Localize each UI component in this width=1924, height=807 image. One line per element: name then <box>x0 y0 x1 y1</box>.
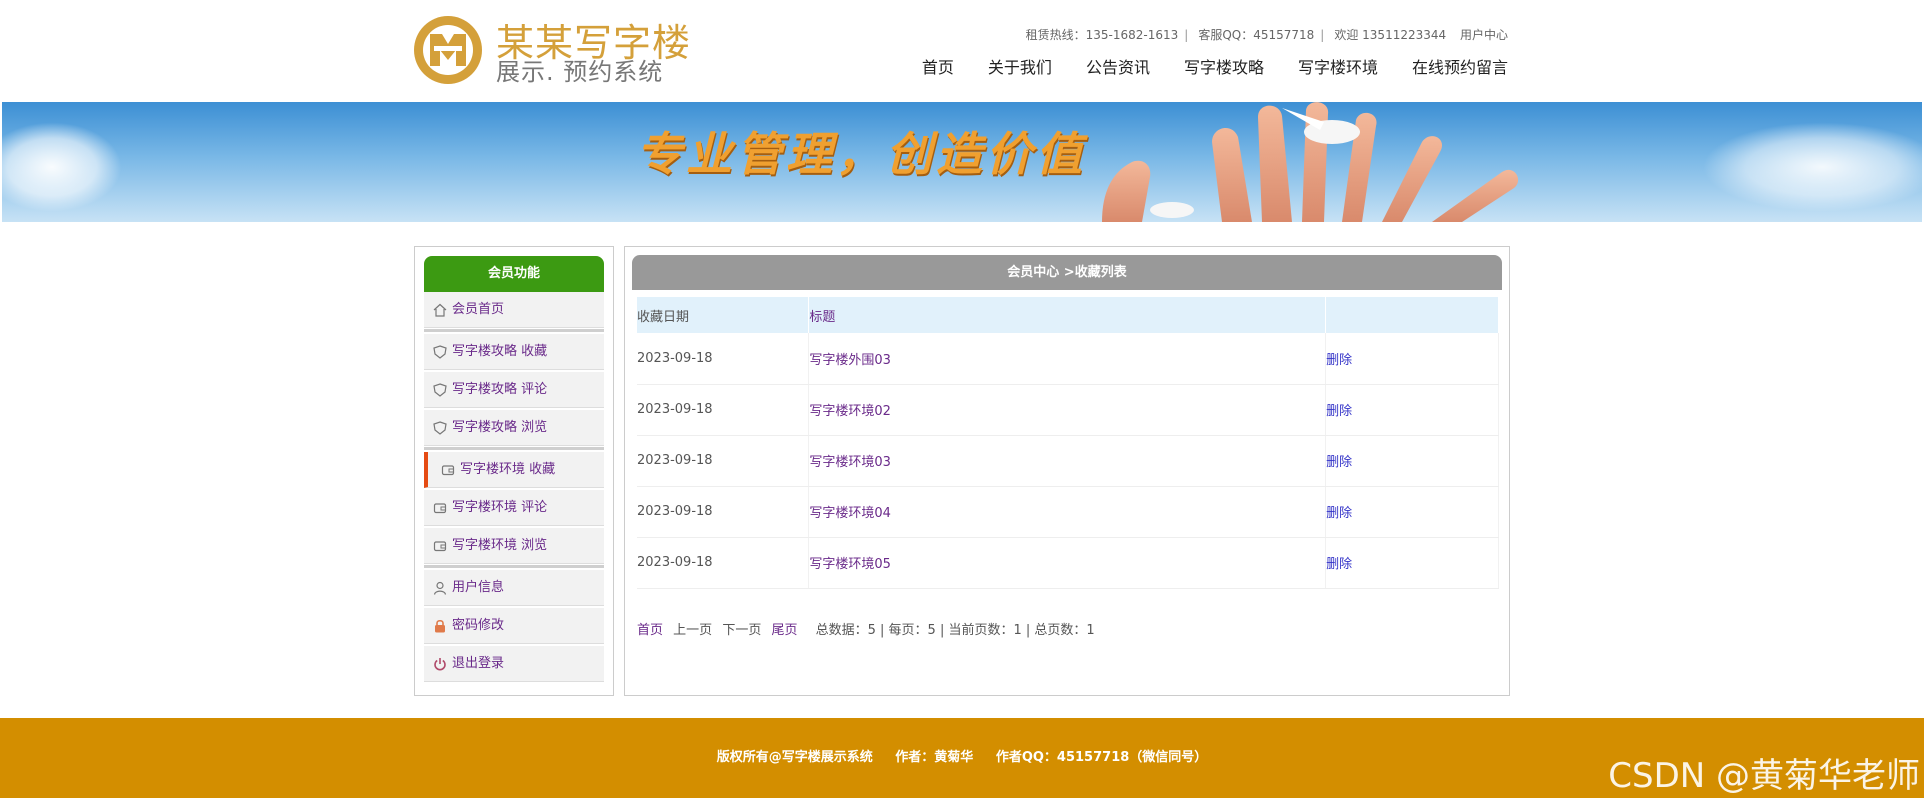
main-nav: 首页 关于我们 公告资讯 写字楼攻略 写字楼环境 在线预约留言 <box>922 54 1508 78</box>
footer-copyright: 版权所有@写字楼展示系统 <box>716 750 873 765</box>
pagination: 首页 上一页 下一页 尾页 总数据：5 | 每页：5 | 当前页数：1 | 总页… <box>637 619 1095 638</box>
row-date: 2023-09-18 <box>637 384 810 436</box>
sidebar-divider <box>424 447 604 450</box>
site-header: 某某写字楼 展示. 预约系统 租赁热线：135-1682-1613 | 客服QQ：4… <box>0 0 1924 102</box>
row-title-link[interactable]: 写字楼环境03 <box>808 435 1327 487</box>
hotline-text: 租赁热线：135-1682-1613 <box>1025 28 1179 42</box>
sidebar-item-logout[interactable]: 退出登录 <box>424 646 604 682</box>
pager-last-link[interactable]: 尾页 <box>771 623 797 638</box>
favorites-table: 收藏日期 标题 2023-09-18 写字楼外围03 删除 2023-09-18… <box>637 297 1499 589</box>
table-header-row: 收藏日期 标题 <box>637 297 1499 333</box>
sidebar-item-label: 用户信息 <box>452 580 505 595</box>
sidebar-item-environment-favorites[interactable]: 写字楼环境 收藏 <box>424 452 604 488</box>
row-title-link[interactable]: 写字楼环境05 <box>808 537 1327 589</box>
nav-guides[interactable]: 写字楼攻略 <box>1184 54 1264 78</box>
badge-icon <box>433 345 447 359</box>
footer-author: 作者：黄菊华 <box>895 750 974 765</box>
wallet-icon <box>433 503 447 514</box>
pager-stats: 总数据：5 | 每页：5 | 当前页数：1 | 总页数：1 <box>815 623 1095 638</box>
member-sidebar: 会员功能 会员首页 写字楼攻略 收藏 写字楼攻略 评论 写字楼攻略 浏览 写字楼… <box>414 246 614 696</box>
sidebar-item-label: 退出登录 <box>452 656 505 671</box>
row-date: 2023-09-18 <box>637 537 810 589</box>
banner-slogan: 专业管理，创造价值 <box>636 127 1086 181</box>
top-info-bar: 租赁热线：135-1682-1613 | 客服QQ：45157718 | 欢迎 1351… <box>1025 28 1508 42</box>
sidebar-item-guide-favorites[interactable]: 写字楼攻略 收藏 <box>424 334 604 370</box>
panel-title: 会员中心 >收藏列表 <box>632 255 1502 290</box>
nav-about[interactable]: 关于我们 <box>988 54 1052 78</box>
sidebar-item-label: 会员首页 <box>452 302 505 317</box>
sidebar-item-label: 密码修改 <box>452 618 505 633</box>
sidebar-divider <box>424 565 604 568</box>
delete-button[interactable]: 删除 <box>1325 384 1499 436</box>
pager-prev-link[interactable]: 上一页 <box>673 623 712 638</box>
user-icon <box>433 581 447 595</box>
row-title-link[interactable]: 写字楼外围03 <box>808 333 1327 385</box>
nav-environment[interactable]: 写字楼环境 <box>1298 54 1378 78</box>
sidebar-item-guide-comments[interactable]: 写字楼攻略 评论 <box>424 372 604 408</box>
favorites-panel: 会员中心 >收藏列表 收藏日期 标题 2023-09-18 写字楼外围03 删除… <box>624 246 1510 696</box>
user-center-link[interactable]: 用户中心 <box>1460 28 1508 42</box>
sidebar-item-user-info[interactable]: 用户信息 <box>424 570 604 606</box>
sidebar-item-change-password[interactable]: 密码修改 <box>424 608 604 644</box>
table-row: 2023-09-18 写字楼环境05 删除 <box>637 537 1499 589</box>
lock-icon <box>435 619 445 633</box>
pager-next-link[interactable]: 下一页 <box>722 623 761 638</box>
row-date: 2023-09-18 <box>637 333 810 385</box>
delete-button[interactable]: 删除 <box>1325 435 1499 487</box>
sidebar-item-environment-browsing[interactable]: 写字楼环境 浏览 <box>424 528 604 564</box>
wallet-icon <box>441 465 455 476</box>
delete-button[interactable]: 删除 <box>1325 333 1499 385</box>
table-row: 2023-09-18 写字楼环境02 删除 <box>637 384 1499 436</box>
sidebar-item-label: 写字楼攻略 收藏 <box>452 344 548 359</box>
sidebar-title: 会员功能 <box>424 256 604 292</box>
hands-dove-illustration <box>1102 102 1519 222</box>
sidebar-item-label: 写字楼环境 收藏 <box>460 462 556 477</box>
table-row: 2023-09-18 写字楼环境03 删除 <box>637 435 1499 487</box>
delete-button[interactable]: 删除 <box>1325 537 1499 589</box>
table-row: 2023-09-18 写字楼外围03 删除 <box>637 333 1499 385</box>
column-header-date: 收藏日期 <box>637 297 810 333</box>
logo-icon[interactable] <box>412 14 484 86</box>
sidebar-divider <box>424 329 604 332</box>
brand-subtitle: 展示. 预约系统 <box>496 58 664 86</box>
column-header-title: 标题 <box>808 297 1327 333</box>
sidebar-item-member-home[interactable]: 会员首页 <box>424 292 604 328</box>
sidebar-item-guide-browsing[interactable]: 写字楼攻略 浏览 <box>424 410 604 446</box>
badge-icon <box>433 383 447 397</box>
qq-text: 客服QQ：45157718 <box>1198 28 1315 42</box>
power-icon <box>434 658 446 671</box>
column-header-actions <box>1325 297 1499 333</box>
pager-first-link[interactable]: 首页 <box>637 623 663 638</box>
row-title-link[interactable]: 写字楼环境02 <box>808 384 1327 436</box>
nav-booking[interactable]: 在线预约留言 <box>1412 54 1508 78</box>
nav-home[interactable]: 首页 <box>922 54 954 78</box>
csdn-watermark: CSDN @黄菊华老师 <box>1608 756 1920 796</box>
wallet-icon <box>433 541 447 552</box>
row-title-link[interactable]: 写字楼环境04 <box>808 486 1327 538</box>
row-date: 2023-09-18 <box>637 486 810 538</box>
sidebar-item-label: 写字楼环境 浏览 <box>452 538 548 553</box>
footer-author-qq: 作者QQ：45157718（微信同号） <box>995 750 1208 765</box>
nav-news[interactable]: 公告资讯 <box>1086 54 1150 78</box>
delete-button[interactable]: 删除 <box>1325 486 1499 538</box>
home-icon <box>433 303 447 317</box>
hero-banner: 专业管理，创造价值 <box>2 102 1922 222</box>
sidebar-item-label: 写字楼环境 评论 <box>452 500 548 515</box>
sidebar-item-label: 写字楼攻略 评论 <box>452 382 548 397</box>
badge-icon <box>433 421 447 435</box>
sidebar-item-label: 写字楼攻略 浏览 <box>452 420 548 435</box>
table-row: 2023-09-18 写字楼环境04 删除 <box>637 486 1499 538</box>
row-date: 2023-09-18 <box>637 435 810 487</box>
sidebar-item-environment-comments[interactable]: 写字楼环境 评论 <box>424 490 604 526</box>
welcome-text: 欢迎 13511223344 <box>1334 28 1447 42</box>
